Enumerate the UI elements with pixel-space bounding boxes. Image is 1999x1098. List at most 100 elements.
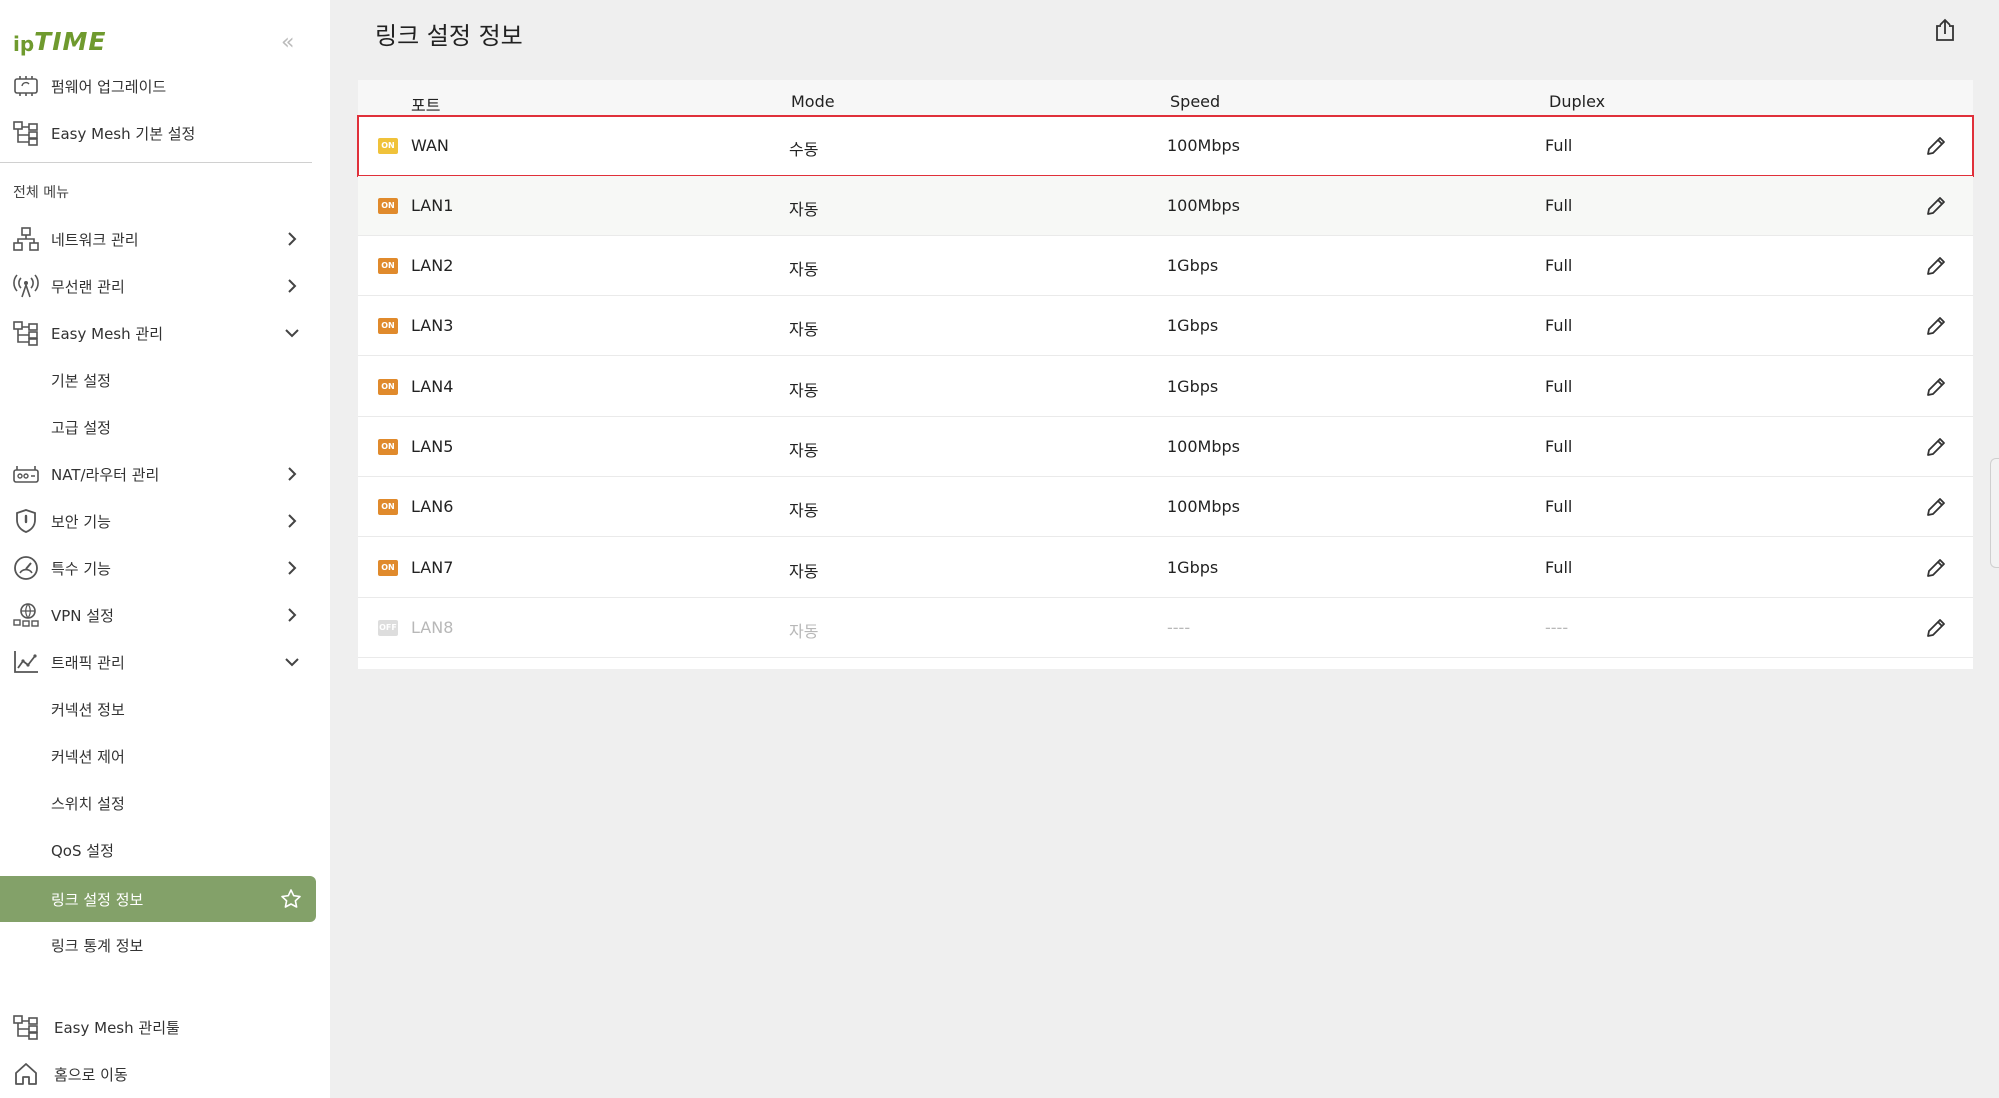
cell-port: LAN5 [411, 437, 454, 456]
edit-pencil-icon[interactable] [1924, 616, 1948, 640]
cell-duplex: Full [1545, 437, 1573, 456]
cell-port: LAN1 [411, 196, 454, 215]
table-row[interactable]: ON WAN 수동 100Mbps Full [357, 115, 1974, 177]
nav-easymesh-basic[interactable]: Easy Mesh 기본 설정 [0, 113, 330, 153]
table-row[interactable]: OFF LAN8 자동 ---- ---- [358, 598, 1973, 658]
wireless-icon [13, 274, 39, 298]
cell-port: LAN6 [411, 497, 454, 516]
firmware-icon [14, 76, 38, 96]
collapse-sidebar-icon[interactable]: « [281, 30, 294, 55]
chevron-down-icon [285, 658, 299, 667]
traffic-chart-icon [14, 651, 38, 673]
header-port: 포트 [411, 96, 441, 115]
port-status-icon: OFF [378, 620, 398, 636]
nav-sub-advanced-settings[interactable]: 고급 설정 [0, 407, 330, 447]
edit-pencil-icon[interactable] [1924, 314, 1948, 338]
nav-sub-connection-info[interactable]: 커넥션 정보 [0, 689, 330, 729]
table-row[interactable]: ON LAN5 자동 100Mbps Full [358, 417, 1973, 477]
cell-duplex: ---- [1545, 618, 1569, 637]
nav-firmware-upgrade[interactable]: 펌웨어 업그레이드 [0, 66, 330, 106]
table-row[interactable]: ON LAN3 자동 1Gbps Full [358, 296, 1973, 356]
cell-duplex: Full [1545, 196, 1573, 215]
nav-sub-link-stats-info[interactable]: 링크 통계 정보 [0, 925, 330, 965]
nav-label: 펌웨어 업그레이드 [51, 77, 167, 96]
cell-duplex: Full [1545, 136, 1573, 155]
nav-vpn[interactable]: VPN 설정 [0, 595, 330, 635]
nav-label: 네트워크 관리 [51, 230, 139, 249]
edit-pencil-icon[interactable] [1924, 495, 1948, 519]
cell-mode: 자동 [789, 320, 819, 339]
nav-label: Easy Mesh 관리 [51, 324, 163, 343]
nav-security[interactable]: 보안 기능 [0, 501, 330, 541]
cell-mode: 수동 [789, 140, 819, 159]
nav-go-home[interactable]: 홈으로 이동 [0, 1054, 330, 1094]
edit-pencil-icon[interactable] [1924, 134, 1948, 158]
cell-port: LAN3 [411, 316, 454, 335]
nav-wireless[interactable]: 무선랜 관리 [0, 266, 330, 306]
nav-sub-link-settings-info[interactable]: 링크 설정 정보 [0, 876, 316, 922]
table-row[interactable]: ON LAN7 자동 1Gbps Full [358, 538, 1973, 598]
logo-ip: ip [13, 32, 35, 56]
nav-label: Easy Mesh 기본 설정 [51, 124, 196, 143]
nav-label: 스위치 설정 [51, 794, 125, 813]
iptime-logo[interactable]: ip TIME [13, 27, 107, 56]
nav-label: 보안 기능 [51, 512, 111, 531]
port-status-icon: ON [378, 138, 398, 154]
edit-pencil-icon[interactable] [1924, 435, 1948, 459]
edit-pencil-icon[interactable] [1924, 556, 1948, 580]
nav-label: 무선랜 관리 [51, 277, 125, 296]
cell-mode: 자동 [789, 381, 819, 400]
export-icon[interactable] [1932, 18, 1958, 44]
edit-pencil-icon[interactable] [1924, 254, 1948, 278]
nav-sub-connection-control[interactable]: 커넥션 제어 [0, 736, 330, 776]
nav-label: 커넥션 제어 [51, 747, 125, 766]
shield-icon [16, 509, 36, 533]
cell-speed: 100Mbps [1167, 136, 1240, 155]
chevron-right-icon [288, 608, 297, 622]
vpn-icon [13, 603, 39, 627]
nav-nat-router[interactable]: NAT/라우터 관리 [0, 454, 330, 494]
mesh-icon [13, 121, 38, 146]
cell-mode: 자동 [789, 501, 819, 520]
nav-sub-switch-settings[interactable]: 스위치 설정 [0, 783, 330, 823]
chevron-right-icon [288, 514, 297, 528]
table-row[interactable]: ON LAN1 자동 100Mbps Full [358, 176, 1973, 236]
cell-mode: 자동 [789, 562, 819, 581]
nav-label: QoS 설정 [51, 841, 114, 860]
nav-special[interactable]: 특수 기능 [0, 548, 330, 588]
cell-mode: 자동 [789, 441, 819, 460]
header-speed: Speed [1170, 92, 1221, 111]
cell-port: LAN4 [411, 377, 454, 396]
port-status-icon: ON [378, 258, 398, 274]
nav-label: 기본 설정 [51, 371, 111, 390]
table-row[interactable]: ON LAN4 자동 1Gbps Full [358, 357, 1973, 417]
home-icon [15, 1063, 37, 1085]
section-label: 전체 메뉴 [13, 185, 69, 201]
chevron-right-icon [288, 232, 297, 246]
chevron-right-icon [288, 467, 297, 481]
port-status-icon: ON [378, 379, 398, 395]
port-status-text: ON [381, 502, 395, 511]
favorite-star-icon[interactable] [280, 888, 302, 910]
cell-speed: 1Gbps [1167, 256, 1219, 275]
nav-label: Easy Mesh 관리툴 [54, 1018, 180, 1037]
logo-time: TIME [34, 27, 107, 56]
nav-sub-basic-settings[interactable]: 기본 설정 [0, 360, 330, 400]
nav-easymesh-tool[interactable]: Easy Mesh 관리툴 [0, 1007, 330, 1047]
edit-pencil-icon[interactable] [1924, 194, 1948, 218]
table-row[interactable]: ON LAN6 자동 100Mbps Full [358, 477, 1973, 537]
nav-sub-qos-settings[interactable]: QoS 설정 [0, 830, 330, 870]
nav-easymesh-manage[interactable]: Easy Mesh 관리 [0, 313, 330, 353]
table-row[interactable]: ON LAN2 자동 1Gbps Full [358, 236, 1973, 296]
gauge-icon [14, 556, 38, 580]
port-status-text: ON [381, 261, 395, 270]
cell-speed: 100Mbps [1167, 196, 1240, 215]
nav-traffic[interactable]: 트래픽 관리 [0, 642, 330, 682]
scrollbar-thumb[interactable] [1990, 458, 1999, 568]
nav-network[interactable]: 네트워크 관리 [0, 219, 330, 259]
edit-pencil-icon[interactable] [1924, 375, 1948, 399]
port-status-text: ON [381, 201, 395, 210]
sidebar: ip TIME « 펌웨어 업그레이드 Easy Mesh 기본 설정 전체 메뉴… [0, 0, 330, 1098]
cell-speed: 1Gbps [1167, 558, 1219, 577]
cell-speed: 100Mbps [1167, 437, 1240, 456]
